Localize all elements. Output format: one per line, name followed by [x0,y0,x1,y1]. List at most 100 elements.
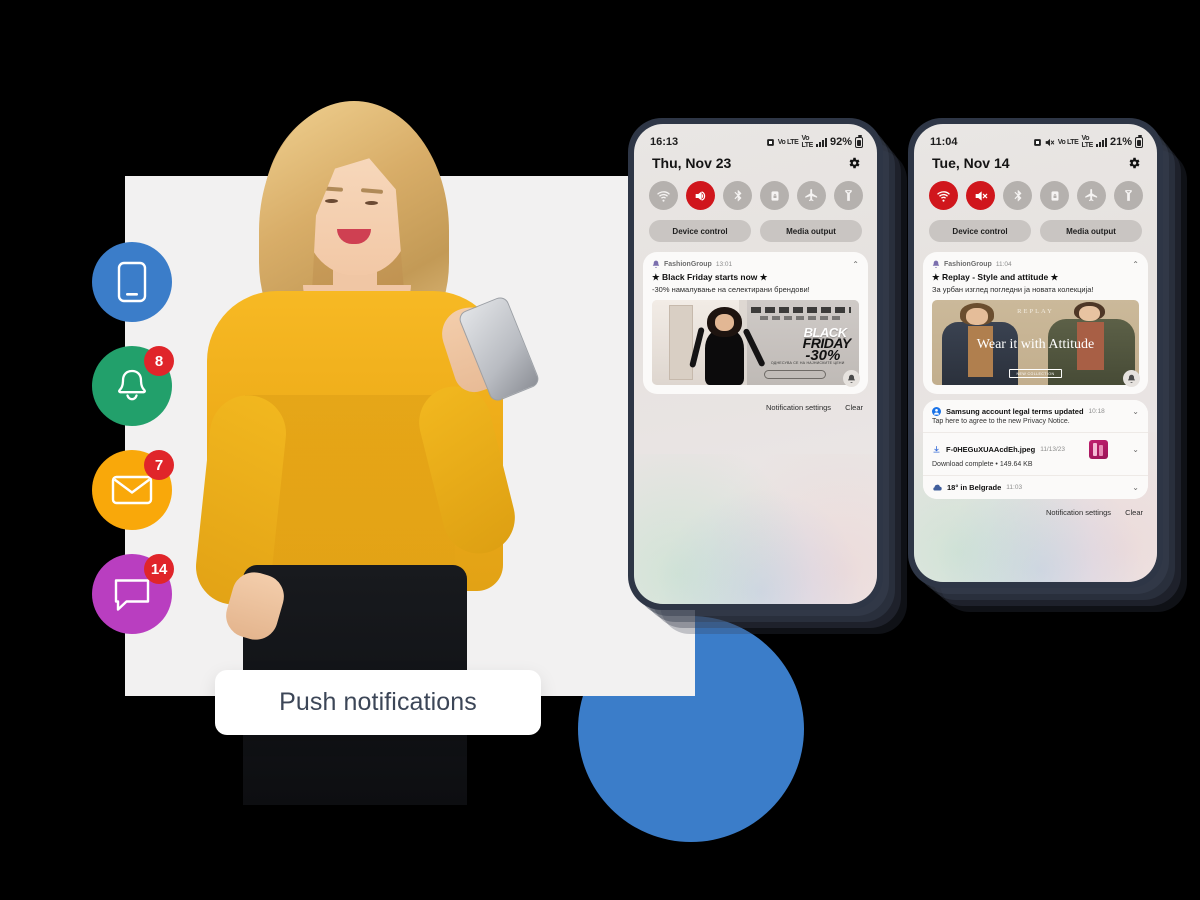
notification-settings-link[interactable]: Notification settings [1046,508,1111,517]
banner-headline: Wear it with Attitude [976,337,1095,353]
gear-icon[interactable] [847,156,861,170]
notification-area: FashionGroup 13:01 ⌃ ★ Black Friday star… [634,242,877,394]
notification-title: ★ Black Friday starts now ★ [652,272,768,282]
row-time: 10:18 [1088,408,1105,415]
airplane-mode-toggle[interactable] [1077,181,1106,210]
notification-card[interactable]: FashionGroup 11:04 ⌃ ★ Replay - Style an… [923,252,1148,394]
label-text: Push notifications [279,688,477,716]
phone-screen-right: 11:04 Vo LTE Vo LTE 21% Tue, Nov 14 Devi… [914,124,1157,582]
sound-toggle[interactable] [686,181,715,210]
wifi-icon [937,191,950,202]
quick-shortcuts: Device control Media output [634,210,877,242]
flashlight-toggle[interactable] [834,181,863,210]
device-control-button[interactable]: Device control [649,220,751,242]
download-icon [933,446,940,453]
status-time: 16:13 [650,136,679,148]
signal-bars-icon [1095,137,1107,147]
push-notifications-label: Push notifications [215,670,541,735]
network-label: Vo LTE [777,138,799,146]
notification-app-name: FashionGroup [664,261,712,268]
notification-area: FashionGroup 11:04 ⌃ ★ Replay - Style an… [914,242,1157,499]
row-title: Samsung account legal terms updated [946,407,1084,416]
notification-mute-button[interactable] [843,370,860,387]
flashlight-icon [845,190,852,201]
banner-cta-button[interactable] [763,369,826,380]
media-output-button[interactable]: Media output [760,220,862,242]
alarm-icon [1033,138,1041,146]
notification-card[interactable]: FashionGroup 13:01 ⌃ ★ Black Friday star… [643,252,868,394]
notification-footer-left: Notification settings Clear [634,394,877,412]
banner-brand: REPLAY [1017,307,1054,315]
quick-settings-toggles [914,171,1157,210]
bluetooth-icon [734,189,741,201]
phone-mockup-left: 16:13 Vo LTE Vo LTE 92% Thu, Nov 23 Devi… [628,118,883,610]
notification-settings-link[interactable]: Notification settings [766,403,831,412]
status-bar: 11:04 Vo LTE Vo LTE 21% [914,124,1157,149]
badge-count: 14 [144,554,174,584]
chevron-up-icon[interactable]: ⌃ [852,260,859,269]
download-thumbnail [1089,440,1109,459]
samsung-account-icon [932,407,941,416]
battery-icon [1135,135,1143,148]
messages-icon[interactable]: 14 [92,554,174,634]
chevron-down-icon[interactable]: ⌄ [1132,445,1139,454]
notification-row-weather[interactable]: 18° in Belgrade 11:03 ⌄ [923,475,1148,499]
phone-screen-left: 16:13 Vo LTE Vo LTE 92% Thu, Nov 23 Devi… [634,124,877,604]
row-time: 11/13/23 [1040,446,1066,453]
bell-settings-icon [848,374,855,383]
status-time: 11:04 [930,136,958,148]
notification-header: FashionGroup 11:04 ⌃ [932,260,1139,269]
auto-rotate-lock-toggle[interactable] [1040,181,1069,210]
auto-rotate-lock-icon [771,190,778,201]
battery-percent: 21% [1109,136,1132,148]
notification-title: ★ Replay - Style and attitude ★ [932,272,1059,282]
airplane-mode-toggle[interactable] [797,181,826,210]
notification-footer-right: Notification settings Clear [914,499,1157,517]
wifi-icon [657,191,670,202]
network-label: Vo LTE [1057,138,1079,146]
quick-settings-toggles [634,171,877,210]
device-icon[interactable] [92,242,172,322]
notification-banner-image[interactable]: BLACK FRIDAY -30% ОДНЕСУВА СЕ НА НАЈНИСК… [652,300,859,385]
auto-rotate-lock-icon [1051,190,1058,201]
screenshot-root: 8 7 14 Push notifications 16:13 Vo LTE V… [0,0,1200,900]
notification-row-samsung-account[interactable]: Samsung account legal terms updated 10:1… [923,400,1148,432]
email-icon[interactable]: 7 [92,450,174,530]
app-bell-icon [652,260,660,269]
network-label-2: Vo LTE [1081,135,1093,149]
auto-rotate-lock-toggle[interactable] [760,181,789,210]
chevron-down-icon[interactable]: ⌄ [1132,407,1139,416]
date-row: Thu, Nov 23 [634,149,877,171]
wifi-toggle[interactable] [929,181,958,210]
chevron-down-icon[interactable]: ⌄ [1132,483,1139,492]
media-output-button[interactable]: Media output [1040,220,1142,242]
weather-cloud-icon [933,484,942,491]
notification-time: 13:01 [715,261,733,268]
wifi-toggle[interactable] [649,181,678,210]
notifications-icon[interactable]: 8 [92,346,174,426]
notification-time: 11:04 [995,261,1012,268]
notification-header: FashionGroup 13:01 ⌃ [652,260,859,269]
date-label: Thu, Nov 23 [652,155,732,171]
chevron-up-icon[interactable]: ⌃ [1132,260,1139,269]
clear-button[interactable]: Clear [1125,508,1143,517]
bluetooth-toggle[interactable] [723,181,752,210]
quick-shortcuts: Device control Media output [914,210,1157,242]
notification-app-name: FashionGroup [944,261,992,268]
banner-cta-button[interactable]: NEW COLLECTION [1008,369,1063,379]
bluetooth-toggle[interactable] [1003,181,1032,210]
notification-row-download[interactable]: F-0HEGuXUAAcdEh.jpeg 11/13/23 ⌄ Download… [923,432,1148,475]
clear-button[interactable]: Clear [845,403,863,412]
row-title: 18° in Belgrade [947,483,1002,492]
airplane-mode-icon [805,188,818,202]
mute-toggle[interactable] [966,181,995,210]
flashlight-toggle[interactable] [1114,181,1143,210]
gear-icon[interactable] [1127,156,1141,170]
notification-mute-button[interactable] [1123,370,1140,387]
device-control-button[interactable]: Device control [929,220,1031,242]
chat-bubble-icon [114,579,150,611]
notification-banner-image[interactable]: REPLAY Wear it with Attitude NEW COLLECT… [932,300,1139,385]
bluetooth-icon [1014,189,1021,201]
envelope-icon [111,475,153,505]
signal-bars-icon [815,137,827,147]
